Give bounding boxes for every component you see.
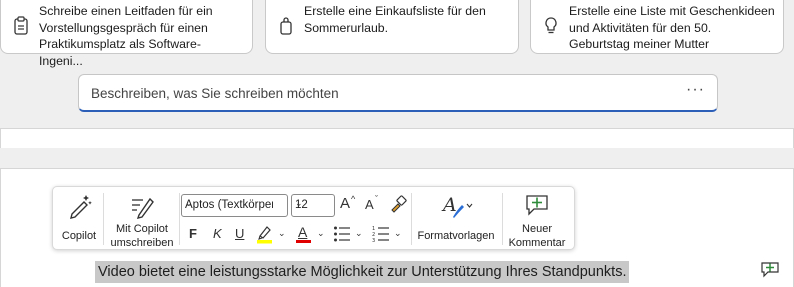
font-color-letter: A [298,224,308,240]
margin-comment-icon[interactable] [760,260,780,278]
suggestion-card-3[interactable]: Erstelle eine Liste mit Geschenkideen un… [530,0,784,54]
new-comment-label: Neuer Kommentar [508,223,566,249]
svg-text:A: A [441,194,457,216]
lightbulb-icon [545,17,557,34]
bullets-button[interactable]: ⌄ [333,224,367,244]
copilot-label: Copilot [61,230,97,242]
font-name-select[interactable]: Aptos (Textkörper) ⌄ [181,194,288,217]
prompt-placeholder: Beschreiben, was Sie schreiben möchten [91,86,339,101]
numbered-list-icon: 123 [372,226,389,243]
grow-font-letter: A [340,195,351,212]
styles-label: Formatvorlagen [417,230,495,242]
selected-text[interactable]: Video bietet eine leistungsstarke Möglic… [95,261,630,283]
suggestion-text: Erstelle eine Liste mit Geschenkideen un… [569,4,775,51]
highlight-color-button[interactable]: ⌄ [256,224,290,244]
chevron-down-icon: ⌄ [355,228,363,238]
floating-toolbar: Copilot Mit Copilot umschreiben Aptos (T… [52,186,575,250]
clipboard-icon [14,16,28,35]
bold-button[interactable]: F [189,226,197,241]
font-size-select[interactable]: 12 ⌄ [291,194,335,217]
underline-button[interactable]: U [235,226,244,241]
caret-up-icon: ^ [351,194,356,204]
shrink-font-letter: A [365,197,374,212]
chevron-down-icon: ⌄ [394,228,402,238]
divider [179,193,180,245]
font-color-button[interactable]: A ⌄ [295,224,329,244]
chevron-down-icon: ⌄ [185,198,193,208]
copilot-button[interactable]: Copilot [57,191,101,247]
suggestion-card-1[interactable]: Schreibe einen Leitfaden für ein Vorstel… [0,0,253,68]
divider [502,193,503,245]
shrink-font-button[interactable]: A ˇ [365,194,385,215]
format-painter-icon[interactable] [389,195,407,213]
copilot-pen-icon [70,195,92,219]
styles-button[interactable]: A Formatvorlagen [413,191,499,247]
svg-text:3: 3 [372,238,375,243]
font-color-swatch [296,240,311,243]
rewrite-with-copilot-button[interactable]: Mit Copilot umschreiben [106,191,178,249]
chevron-down-icon: ⌄ [317,228,325,238]
suggestion-text: Erstelle eine Einkaufsliste für den Somm… [304,4,486,35]
suggestion-card-2[interactable]: Erstelle eine Einkaufsliste für den Somm… [265,0,519,54]
chevron-down-icon: ⌄ [278,228,286,238]
new-comment-icon [526,195,548,216]
styles-icon: A [441,194,473,218]
rewrite-label: Mit Copilot umschreiben [110,223,174,249]
chevron-down-icon: ⌄ [295,198,303,208]
italic-button[interactable]: K [213,226,222,241]
copilot-prompt-input[interactable]: Beschreiben, was Sie schreiben möchten ·… [78,74,718,112]
caret-down-icon: ˇ [375,194,378,204]
highlighter-icon [257,226,272,244]
new-comment-button[interactable]: Neuer Kommentar [504,191,570,249]
more-options-button[interactable]: ··· [686,81,705,99]
numbering-button[interactable]: 123 ⌄ [372,224,406,244]
rewrite-pen-icon [132,197,154,219]
divider [411,193,412,245]
bullet-list-icon [334,226,350,242]
suggestion-text: Schreibe einen Leitfaden für ein Vorstel… [39,4,213,68]
divider [103,193,104,245]
shopping-bag-icon [280,17,292,35]
document-page-top [0,128,794,148]
grow-font-button[interactable]: A ^ [340,194,360,215]
